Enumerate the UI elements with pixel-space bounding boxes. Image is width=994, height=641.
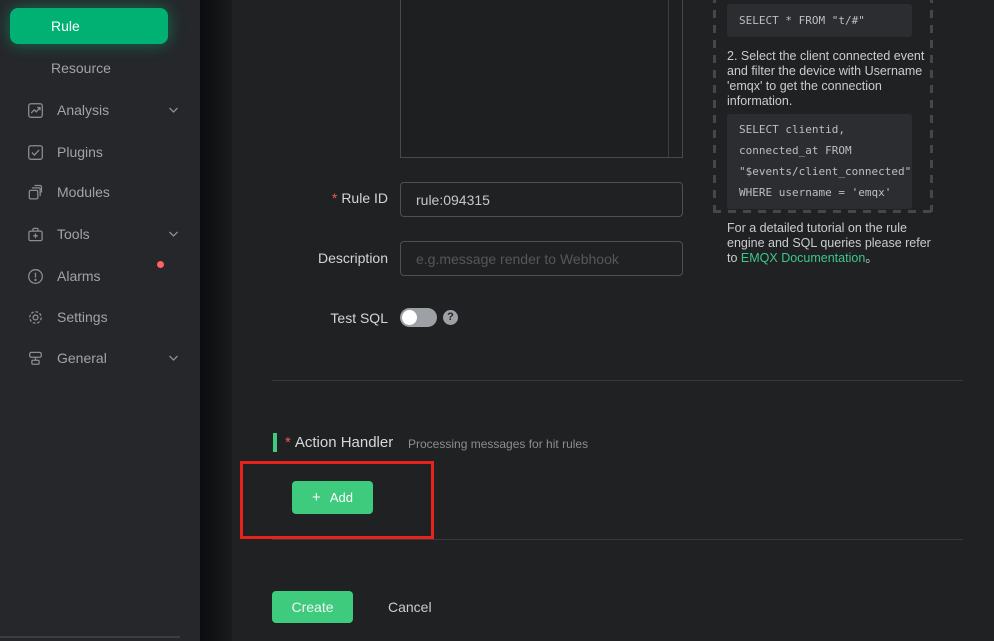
sidebar-item-label: Modules	[57, 184, 110, 200]
sidebar-item-label: Tools	[57, 226, 90, 242]
description-input[interactable]	[400, 241, 683, 276]
required-asterisk: *	[332, 190, 337, 206]
layers-icon	[27, 184, 44, 201]
sql-example-2-line: SELECT clientid,	[739, 119, 900, 140]
cancel-button[interactable]: Cancel	[388, 591, 432, 623]
divider	[272, 539, 963, 540]
sql-example-2-line: connected_at FROM	[739, 140, 900, 161]
emqx-documentation-link[interactable]: EMQX Documentation	[741, 251, 865, 265]
rule-id-input[interactable]	[400, 182, 683, 217]
sql-example-1: SELECT * FROM "t/#"	[727, 4, 912, 37]
plus-icon: +	[312, 489, 321, 506]
sql-editor[interactable]	[400, 0, 683, 158]
sidebar-item-modules[interactable]: Modules	[0, 174, 200, 210]
chevron-down-icon	[168, 354, 179, 362]
sidebar-item-label: Plugins	[57, 144, 103, 160]
divider	[272, 380, 963, 381]
required-asterisk: *	[285, 434, 291, 451]
test-sql-toggle[interactable]	[400, 308, 437, 327]
action-handler-hint: Processing messages for hit rules	[408, 437, 588, 451]
help-panel-border	[713, 0, 716, 212]
create-button[interactable]: Create	[272, 591, 353, 623]
description-label: Description	[232, 250, 388, 266]
chevron-down-icon	[168, 106, 179, 114]
sidebar-scrollbar[interactable]	[0, 636, 180, 638]
rule-create-form: *Rule ID Description Test SQL ? *Action …	[232, 0, 994, 641]
chevron-down-icon	[168, 230, 179, 238]
sidebar-item-analysis[interactable]: Analysis	[0, 92, 200, 128]
sidebar-item-rule[interactable]: Rule	[10, 8, 168, 44]
briefcase-icon	[27, 226, 44, 243]
sidebar-shadow-gutter	[200, 0, 232, 641]
toggle-knob	[402, 310, 417, 325]
help-panel-border	[713, 210, 933, 213]
sidebar-item-label: Resource	[51, 60, 111, 76]
sidebar-item-label: Rule	[10, 18, 80, 34]
sql-example-2: SELECT clientid, connected_at FROM "$eve…	[727, 114, 912, 209]
chart-icon	[27, 102, 44, 119]
section-accent-bar	[273, 433, 277, 452]
add-action-button[interactable]: + Add	[292, 481, 373, 514]
check-square-icon	[27, 144, 44, 161]
help-step-2-text: 2. Select the client connected event and…	[727, 49, 934, 109]
sql-example-2-line: "$events/client_connected"	[739, 161, 900, 182]
action-handler-title: *Action Handler	[285, 434, 393, 451]
alarm-icon	[27, 268, 44, 285]
sql-example-2-line: WHERE username = 'emqx'	[739, 182, 900, 203]
help-icon[interactable]: ?	[443, 310, 458, 325]
test-sql-label: Test SQL	[232, 310, 388, 326]
sidebar-item-tools[interactable]: Tools	[0, 216, 200, 252]
sidebar-item-alarms[interactable]: Alarms	[0, 258, 200, 294]
sql-editor-scrollbar[interactable]	[668, 0, 669, 157]
sidebar: Rule Resource Analysis	[0, 0, 200, 641]
sidebar-item-settings[interactable]: Settings	[0, 299, 200, 335]
sidebar-item-label: Settings	[57, 309, 108, 325]
add-button-label: Add	[330, 490, 353, 505]
emqx-dashboard: Rule Resource Analysis	[0, 0, 994, 641]
sidebar-item-label: Alarms	[57, 268, 101, 284]
sidebar-item-label: Analysis	[57, 102, 109, 118]
sidebar-item-general[interactable]: General	[0, 340, 200, 376]
alarm-badge	[157, 261, 164, 268]
rule-id-label: *Rule ID	[232, 190, 388, 206]
help-panel-border	[930, 0, 933, 212]
sidebar-item-resource[interactable]: Resource	[0, 50, 200, 86]
stack-icon	[27, 350, 44, 367]
help-tutorial-text: For a detailed tutorial on the rule engi…	[727, 221, 934, 266]
gear-icon	[27, 309, 44, 326]
sidebar-item-label: General	[57, 350, 107, 366]
sidebar-item-plugins[interactable]: Plugins	[0, 134, 200, 170]
